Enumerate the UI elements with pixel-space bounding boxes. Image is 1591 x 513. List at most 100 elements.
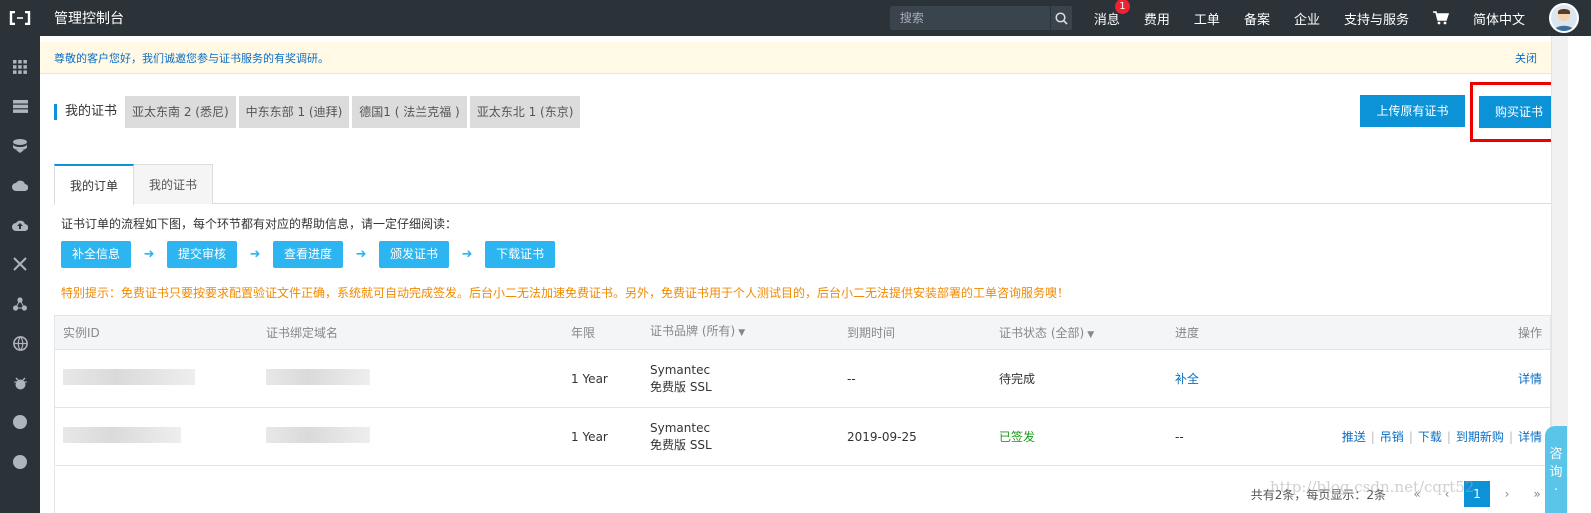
step-issue-cert[interactable]: 颁发证书	[379, 241, 450, 268]
cell-term: 1 Year	[571, 371, 608, 386]
revoke-link[interactable]: 吊销	[1380, 430, 1404, 444]
region-tab-frankfurt[interactable]: 德国1 ( 法兰克福 )	[352, 96, 467, 128]
cell-status: 已签发	[999, 430, 1036, 444]
cell-expiry: --	[847, 371, 856, 386]
region-bar: 我的证书 亚太东南 2 (悉尼) 中东东部 1 (迪拜) 德国1 ( 法兰克福 …	[54, 96, 583, 128]
renew-link[interactable]: 到期新购	[1456, 430, 1504, 444]
search-input[interactable]	[889, 11, 1050, 25]
action-separator: |	[1408, 430, 1413, 444]
nav-messages-label: 消息	[1093, 12, 1120, 28]
consult-char: 咨	[1549, 447, 1563, 462]
caret-down-icon: ▼	[738, 328, 746, 338]
consult-char: 询	[1549, 465, 1563, 480]
messages-badge: 1	[1114, 0, 1130, 14]
brand-name: Symantec	[650, 420, 711, 435]
brand-edition: 免费版 SSL	[650, 437, 712, 452]
table-row: 1 Year Symantec 免费版 SSL -- 待完成 补全 详情	[54, 350, 1551, 408]
circle-icon[interactable]	[0, 442, 40, 482]
region-tab-sydney[interactable]: 亚太东南 2 (悉尼)	[125, 96, 236, 128]
survey-notice: 尊敬的客户您好，我们诚邀您参与证书服务的有奖调研。 关闭	[40, 42, 1551, 74]
caret-down-icon: ▼	[1087, 330, 1095, 340]
col-brand-label: 证书品牌 (所有)	[650, 324, 736, 338]
pager-next-button[interactable]: ›	[1494, 481, 1520, 507]
col-instance-id: 实例ID	[63, 326, 100, 340]
console-title[interactable]: 管理控制台	[54, 8, 124, 28]
notice-text[interactable]: 尊敬的客户您好，我们诚邀您参与证书服务的有奖调研。	[54, 50, 329, 66]
instance-id-redacted	[63, 427, 181, 446]
watermark-text: http://blog.csdn.net/cqrt52	[1270, 478, 1475, 496]
server-icon[interactable]	[0, 87, 40, 127]
sidebar	[0, 36, 40, 513]
instance-id-redacted	[63, 369, 195, 388]
upload-cert-button[interactable]: 上传原有证书	[1360, 95, 1465, 127]
search-icon[interactable]	[1049, 6, 1072, 30]
nav-support[interactable]: 支持与服务	[1344, 9, 1409, 28]
consult-char: ·	[1553, 483, 1559, 498]
col-term: 年限	[571, 326, 596, 340]
right-gutter	[1568, 36, 1591, 513]
table-row: 1 Year Symantec 免费版 SSL 2019-09-25 已签发 --…	[54, 408, 1551, 466]
action-separator: |	[1370, 430, 1375, 444]
buy-cert-button[interactable]: 购买证书	[1479, 96, 1559, 128]
cell-brand: Symantec 免费版 SSL	[650, 420, 712, 454]
cloud-upload-icon[interactable]	[0, 205, 40, 245]
nav-language[interactable]: 简体中文	[1473, 9, 1525, 28]
step-download-cert[interactable]: 下载证书	[485, 241, 556, 268]
download-link[interactable]: 下载	[1418, 430, 1442, 444]
nav-filing[interactable]: 备案	[1244, 9, 1270, 28]
grid-icon[interactable]	[0, 47, 40, 87]
step-complete-info[interactable]: 补全信息	[61, 241, 132, 268]
detail-link[interactable]: 详情	[1518, 430, 1542, 444]
detail-link[interactable]: 详情	[1518, 370, 1542, 387]
aliyun-logo-icon[interactable]	[0, 0, 40, 36]
arrow-right-icon: ➜	[355, 247, 367, 262]
flow-steps: 补全信息 ➜ 提交审核 ➜ 查看进度 ➜ 颁发证书 ➜ 下载证书	[61, 241, 556, 268]
tab-my-certs[interactable]: 我的证书	[133, 164, 213, 204]
cell-progress: --	[1175, 429, 1184, 444]
region-tab-tokyo[interactable]: 亚太东北 1 (东京)	[469, 96, 581, 128]
col-brand-filter[interactable]: 证书品牌 (所有) ▼	[650, 323, 745, 342]
action-separator: |	[1446, 430, 1451, 444]
top-bar: 管理控制台 消息 1 费用 工单 备案 企业 支持与服务 简体中文	[0, 0, 1591, 36]
brand-edition: 免费版 SSL	[650, 379, 712, 394]
action-separator: |	[1508, 430, 1513, 444]
arrow-right-icon: ➜	[143, 247, 155, 262]
notice-close-link[interactable]: 关闭	[1515, 50, 1537, 66]
domain-redacted	[266, 427, 370, 446]
progress-complete-link[interactable]: 补全	[1175, 370, 1199, 387]
step-check-progress[interactable]: 查看进度	[273, 241, 344, 268]
cart-icon[interactable]	[1432, 11, 1449, 25]
cell-term: 1 Year	[571, 429, 608, 444]
col-status-filter[interactable]: 证书状态 (全部) ▼	[999, 324, 1094, 341]
page-title: 我的证书	[54, 104, 117, 120]
col-progress: 进度	[1175, 326, 1200, 340]
circle-icon[interactable]	[0, 403, 40, 443]
network-icon[interactable]	[0, 245, 40, 285]
nav-enterprise[interactable]: 企业	[1294, 9, 1320, 28]
flow-description: 证书订单的流程如下图，每个环节都有对应的帮助信息，请一定仔细阅读：	[61, 217, 458, 231]
nav-tickets[interactable]: 工单	[1194, 9, 1220, 28]
nav-messages[interactable]: 消息 1	[1093, 0, 1130, 28]
tab-my-orders[interactable]: 我的订单	[54, 164, 134, 205]
arrow-right-icon: ➜	[249, 247, 261, 262]
cell-expiry: 2019-09-25	[847, 429, 917, 444]
table-header: 实例ID 证书绑定域名 年限 证书品牌 (所有) ▼ 到期时间 证书状态 (全部)…	[54, 315, 1551, 350]
consult-button[interactable]: 咨 询 ·	[1545, 426, 1567, 513]
globe-icon[interactable]	[0, 324, 40, 364]
database-icon[interactable]	[0, 126, 40, 166]
cloud-icon[interactable]	[0, 166, 40, 206]
nav-billing[interactable]: 费用	[1144, 9, 1170, 28]
domain-redacted	[266, 369, 370, 388]
avatar[interactable]	[1549, 3, 1579, 33]
arrow-right-icon: ➜	[461, 247, 473, 262]
bug-icon[interactable]	[0, 363, 40, 403]
region-tab-dubai[interactable]: 中东东部 1 (迪拜)	[238, 96, 350, 128]
col-domain: 证书绑定域名	[266, 326, 339, 340]
cluster-icon[interactable]	[0, 284, 40, 324]
col-actions: 操作	[1517, 326, 1542, 340]
cell-status: 待完成	[999, 372, 1036, 386]
row-actions: 推送 | 吊销 | 下载 | 到期新购 | 详情	[1342, 428, 1542, 445]
tab-bar: 我的订单 我的证书	[54, 164, 1551, 205]
step-submit-review[interactable]: 提交审核	[167, 241, 238, 268]
push-link[interactable]: 推送	[1342, 430, 1366, 444]
